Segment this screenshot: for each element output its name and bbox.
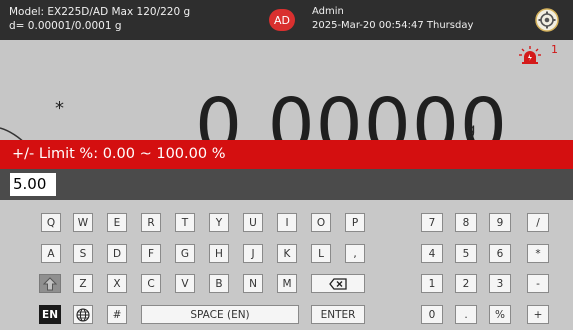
key-z[interactable]: Z: [73, 274, 93, 293]
globe-icon: [76, 307, 90, 322]
key-8[interactable]: 8: [455, 213, 477, 232]
key-5[interactable]: 5: [455, 244, 477, 263]
status-bar: Model: EX225D/AD Max 120/220 g d= 0.0000…: [0, 0, 573, 40]
key-k[interactable]: K: [277, 244, 297, 263]
globe-key[interactable]: [73, 305, 93, 324]
balance-info: Model: EX225D/AD Max 120/220 g d= 0.0000…: [9, 5, 190, 33]
stability-mark: *: [55, 98, 64, 119]
key-1[interactable]: 1: [421, 274, 443, 293]
user-avatar[interactable]: AD: [269, 9, 295, 31]
key-plus[interactable]: +: [527, 305, 549, 324]
key-2[interactable]: 2: [455, 274, 477, 293]
backspace-icon: [329, 277, 347, 290]
alarm-icon[interactable]: [519, 46, 541, 64]
dialog-title: +/- Limit %: 0.00 ~ 100.00 %: [0, 140, 573, 169]
key-9[interactable]: 9: [489, 213, 511, 232]
key-d[interactable]: D: [107, 244, 127, 263]
key-0[interactable]: 0: [421, 305, 443, 324]
key-v[interactable]: V: [175, 274, 195, 293]
key-f[interactable]: F: [141, 244, 161, 263]
key-r[interactable]: R: [141, 213, 161, 232]
limit-input[interactable]: 5.00: [10, 173, 56, 196]
key-n[interactable]: N: [243, 274, 263, 293]
key-m[interactable]: M: [277, 274, 297, 293]
key-7[interactable]: 7: [421, 213, 443, 232]
key-asterisk[interactable]: *: [527, 244, 549, 263]
key-minus[interactable]: -: [527, 274, 549, 293]
space-key[interactable]: SPACE (EN): [141, 305, 299, 324]
key-s[interactable]: S: [73, 244, 93, 263]
enter-key[interactable]: ENTER: [311, 305, 365, 324]
key-y[interactable]: Y: [209, 213, 229, 232]
model-label: Model: EX225D/AD Max 120/220 g: [9, 6, 191, 18]
key-4[interactable]: 4: [421, 244, 443, 263]
shift-arrow-icon: [43, 276, 57, 290]
key-slash[interactable]: /: [527, 213, 549, 232]
key-g[interactable]: G: [175, 244, 195, 263]
key-comma[interactable]: ,: [345, 244, 365, 263]
key-a[interactable]: A: [41, 244, 61, 263]
key-l[interactable]: L: [311, 244, 331, 263]
key-e[interactable]: E: [107, 213, 127, 232]
key-h[interactable]: H: [209, 244, 229, 263]
key-q[interactable]: Q: [41, 213, 61, 232]
shift-key[interactable]: [39, 274, 61, 293]
key-3[interactable]: 3: [489, 274, 511, 293]
key-percent[interactable]: %: [489, 305, 511, 324]
key-j[interactable]: J: [243, 244, 263, 263]
language-key[interactable]: EN: [39, 305, 61, 324]
key-p[interactable]: P: [345, 213, 365, 232]
weight-unit: g: [466, 120, 476, 138]
resolution-label: d= 0.00001/0.0001 g: [9, 20, 122, 32]
backspace-key[interactable]: [311, 274, 365, 293]
key-6[interactable]: 6: [489, 244, 511, 263]
input-row: 5.00: [0, 169, 573, 200]
key-i[interactable]: I: [277, 213, 297, 232]
key-t[interactable]: T: [175, 213, 195, 232]
key-b[interactable]: B: [209, 274, 229, 293]
key-c[interactable]: C: [141, 274, 161, 293]
symbols-key[interactable]: #: [107, 305, 127, 324]
key-o[interactable]: O: [311, 213, 331, 232]
datetime: 2025-Mar-20 00:54:47 Thursday: [312, 20, 474, 31]
key-w[interactable]: W: [73, 213, 93, 232]
key-u[interactable]: U: [243, 213, 263, 232]
alarm-count: 1: [551, 43, 558, 56]
key-x[interactable]: X: [107, 274, 127, 293]
user-name: Admin: [312, 6, 344, 17]
key-dot[interactable]: .: [455, 305, 477, 324]
user-info: Admin 2025-Mar-20 00:54:47 Thursday: [312, 5, 473, 33]
settings-icon[interactable]: [535, 8, 559, 32]
on-screen-keyboard: Q W E R T Y U I O P 7 8 9 / A S D F G H …: [0, 200, 573, 330]
